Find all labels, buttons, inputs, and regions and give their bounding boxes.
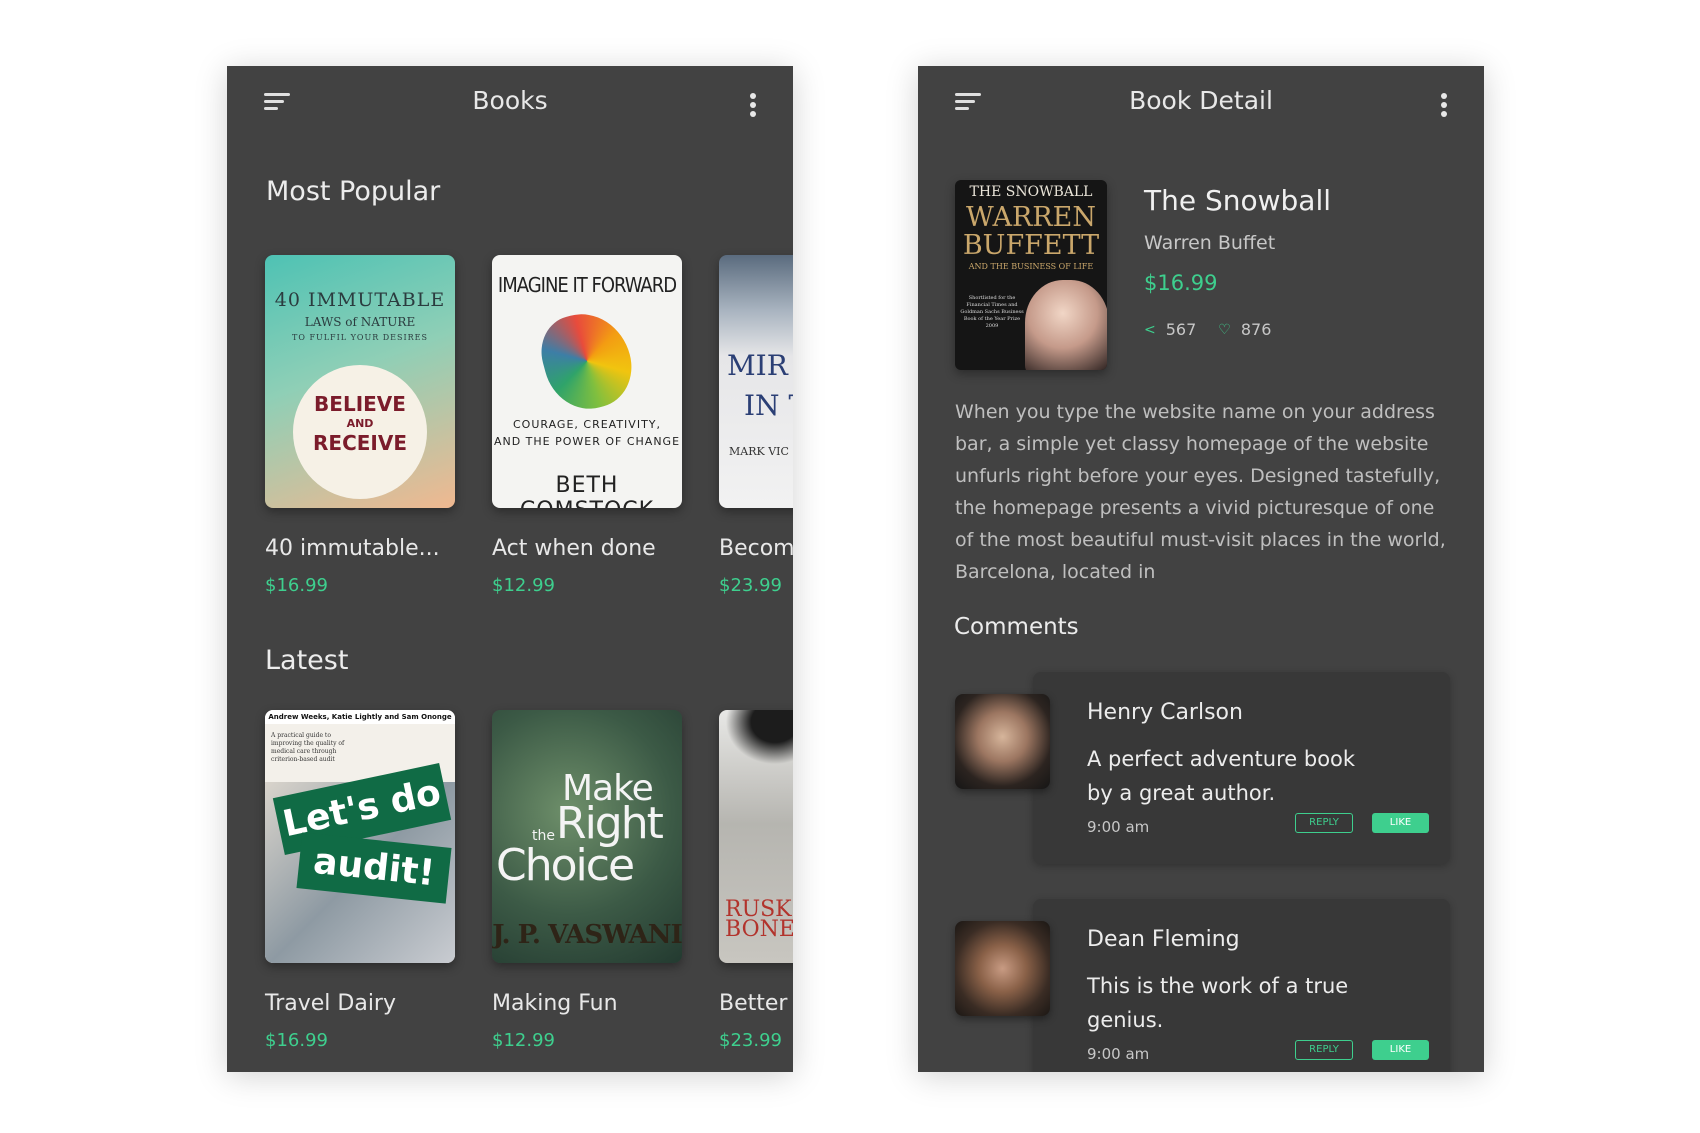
page-title: Books [472, 86, 548, 115]
book-card[interactable]: Make the Right Choice J. P. VASWANI Maki… [492, 710, 682, 1051]
book-cover[interactable]: Make the Right Choice J. P. VASWANI [492, 710, 682, 963]
cover-text: IN T [744, 389, 793, 422]
cover-text: IMAGINE IT FORWARD [497, 273, 677, 297]
book-cover[interactable]: 40 IMMUTABLE LAWS of NATURE TO FULFIL YO… [265, 255, 455, 508]
heart-icon: ♡ [1218, 321, 1231, 338]
book-description: When you type the website name on your a… [955, 401, 1446, 583]
book-title: 40 immutable... [265, 536, 440, 561]
comment-time: 9:00 am [1087, 1045, 1150, 1063]
avatar[interactable] [955, 921, 1050, 1016]
book-cover[interactable]: RUSK BONE [719, 710, 793, 963]
cover-text: COURAGE, CREATIVITY, [513, 418, 661, 431]
avatar[interactable] [955, 694, 1050, 789]
book-title: Better [719, 991, 788, 1016]
books-app-bar: Books [227, 66, 793, 142]
cover-text: 40 IMMUTABLE [274, 289, 446, 311]
comment-author: Dean Fleming [1087, 927, 1240, 952]
book-card[interactable]: MIR IN T MARK VIC Becom $23.99 [719, 255, 793, 596]
cover-text: RECEIVE [313, 431, 407, 455]
cover-text: AND THE POWER OF CHANGE [493, 435, 681, 448]
cover-text: MIR [727, 349, 788, 382]
like-count[interactable]: ♡ 876 [1218, 320, 1271, 339]
book-cover: THE SNOWBALL WARREN BUFFETT AND THE BUSIN… [955, 180, 1107, 370]
book-price: $16.99 [1144, 271, 1218, 295]
cover-text: MARK VIC [729, 445, 789, 458]
book-title: Making Fun [492, 991, 618, 1016]
cover-text: Shortlisted for the Financial Times and … [960, 295, 1024, 329]
book-title: Act when done [492, 536, 656, 561]
comments-heading: Comments [954, 614, 1079, 640]
latest-heading: Latest [265, 645, 349, 676]
book-price: $16.99 [265, 1030, 328, 1051]
comment-text: This is the work of a true genius. [1087, 974, 1349, 1032]
cover-text: Choice [496, 840, 635, 891]
cover-text: BETH COMSTOCK [520, 473, 653, 508]
page-title: Book Detail [1129, 86, 1273, 115]
cover-text: WARREN BUFFETT [962, 202, 1100, 261]
more-options-icon[interactable] [749, 93, 757, 119]
cover-portrait [1025, 280, 1107, 370]
share-icon: < [1144, 321, 1156, 338]
most-popular-heading: Most Popular [266, 176, 441, 207]
cover-text: RUSK BONE [725, 897, 793, 942]
book-card[interactable]: Andrew Weeks, Katie Lightly and Sam Onon… [265, 710, 455, 1051]
book-stats: < 567 ♡ 876 [1144, 320, 1293, 339]
like-button[interactable]: LIKE [1372, 1040, 1429, 1060]
book-title: Travel Dairy [265, 991, 396, 1016]
book-cover[interactable]: Andrew Weeks, Katie Lightly and Sam Onon… [265, 710, 455, 963]
book-price: $16.99 [265, 575, 328, 596]
comment-author: Henry Carlson [1087, 700, 1243, 725]
share-count[interactable]: < 567 [1144, 320, 1196, 339]
cover-art [719, 710, 793, 770]
book-cover[interactable]: IMAGINE IT FORWARD COURAGE, CREATIVITY, … [492, 255, 682, 508]
cover-text: BELIEVE [314, 392, 406, 416]
book-card[interactable]: 40 IMMUTABLE LAWS of NATURE TO FULFIL YO… [265, 255, 455, 596]
reply-button[interactable]: REPLY [1295, 1040, 1353, 1060]
book-price: $12.99 [492, 1030, 555, 1051]
book-cover[interactable]: MIR IN T MARK VIC [719, 255, 793, 508]
reply-button[interactable]: REPLY [1295, 813, 1353, 833]
cover-text: THE SNOWBALL [969, 184, 1093, 200]
cover-text: AND THE BUSINESS OF LIFE [968, 262, 1094, 271]
book-price: $23.99 [719, 575, 782, 596]
cover-text: Andrew Weeks, Katie Lightly and Sam Onon… [265, 710, 455, 724]
more-options-icon[interactable] [1440, 93, 1448, 119]
books-screen: Books Most Popular 40 IMMUTABLE LAWS of … [227, 66, 793, 1072]
cover-text: A practical guide to improving the quali… [271, 732, 345, 763]
like-button[interactable]: LIKE [1372, 813, 1429, 833]
book-price: $12.99 [492, 575, 555, 596]
book-card[interactable]: IMAGINE IT FORWARD COURAGE, CREATIVITY, … [492, 255, 682, 596]
book-detail-screen: Book Detail THE SNOWBALL WARREN BUFFETT A… [918, 66, 1484, 1072]
book-title: Becom [719, 536, 793, 561]
book-title: The Snowball [1144, 184, 1332, 217]
book-price: $23.99 [719, 1030, 782, 1051]
detail-app-bar: Book Detail [918, 66, 1484, 142]
book-author: Warren Buffet [1144, 232, 1276, 254]
share-count-value: 567 [1165, 320, 1197, 339]
comment-time: 9:00 am [1087, 818, 1150, 836]
comment-text: A perfect adventure book by a great auth… [1087, 747, 1356, 805]
cover-text: TO FULFIL YOUR DESIRES [292, 333, 428, 342]
book-card[interactable]: RUSK BONE Better $23.99 [719, 710, 793, 1051]
like-count-value: 876 [1240, 320, 1272, 339]
cover-text: LAWS of NATURE [304, 315, 416, 329]
cover-text: AND [346, 417, 374, 430]
cover-text: J. P. VASWANI [492, 920, 682, 950]
cover-art [533, 303, 641, 419]
